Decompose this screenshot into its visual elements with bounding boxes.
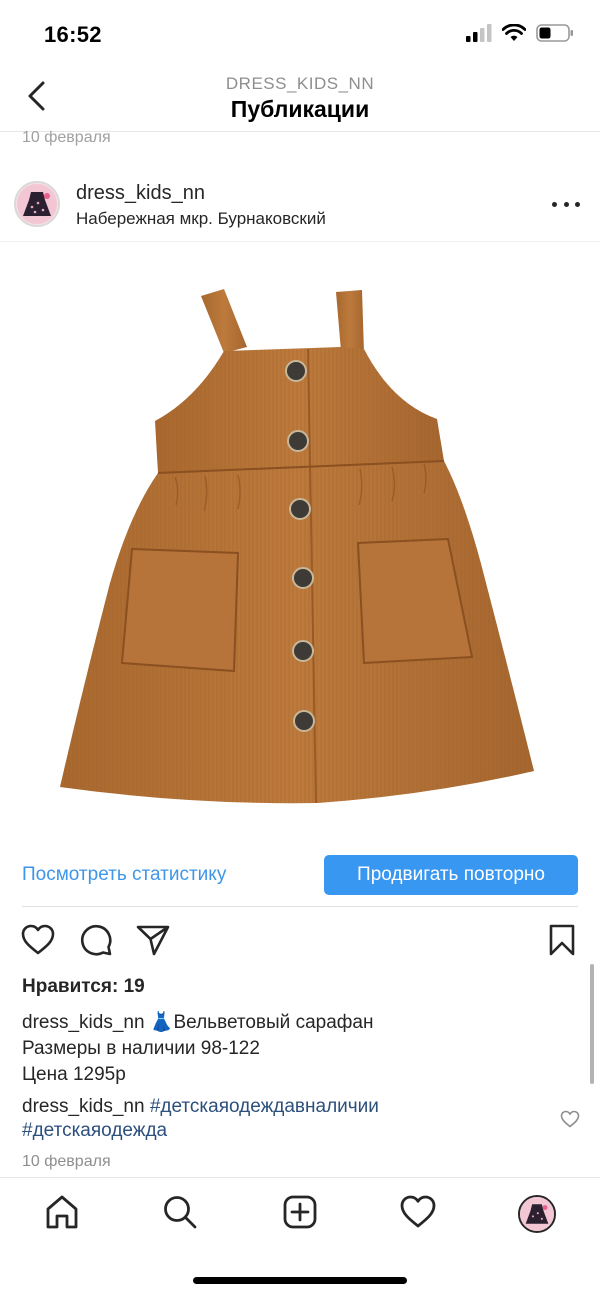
action-bar (0, 922, 600, 964)
avatar[interactable] (14, 181, 60, 227)
share-button[interactable] (135, 924, 171, 960)
heart-icon (21, 924, 55, 961)
nav-header: DRESS_KIDS_NN Публикации (0, 64, 600, 132)
like-button[interactable] (20, 924, 56, 960)
wifi-icon (501, 23, 527, 47)
signal-icon (466, 24, 492, 47)
insights-row: Посмотреть статистику Продвигать повторн… (0, 852, 600, 908)
hashtag-2[interactable]: #детскаяодежда (22, 1120, 167, 1141)
tab-search[interactable] (160, 1194, 200, 1234)
save-button[interactable] (544, 924, 580, 960)
more-options-button[interactable] (552, 192, 580, 216)
post-date: 10 февраля (22, 1153, 111, 1170)
caption-line-2: Размеры в наличии 98-122 (22, 1038, 260, 1059)
page-title: Публикации (230, 96, 370, 122)
previous-post-date: 10 февраля (22, 129, 111, 146)
post-photo[interactable] (0, 243, 600, 843)
comment-icon (79, 923, 113, 962)
comment-like-button[interactable] (560, 1110, 580, 1130)
likes-count[interactable]: Нравится: 19 (22, 976, 145, 998)
home-indicator[interactable] (193, 1277, 407, 1284)
heart-icon (560, 1110, 580, 1132)
activity-heart-icon (400, 1195, 436, 1234)
status-time: 16:52 (44, 22, 102, 47)
search-icon (162, 1194, 198, 1235)
comment: dress_kids_nn #детскаяодеждавналичии #де… (22, 1095, 540, 1143)
status-bar: 16:52 (0, 0, 600, 64)
new-post-icon (282, 1194, 318, 1235)
comment-username[interactable]: dress_kids_nn (22, 1096, 145, 1117)
tab-bar (0, 1177, 600, 1249)
post-caption: dress_kids_nn 👗Вельветовый сарафан Разме… (22, 1010, 560, 1088)
header-subtitle: DRESS_KIDS_NN (225, 74, 375, 93)
dot (563, 201, 569, 207)
dress-image (60, 289, 534, 804)
promote-again-button[interactable]: Продвигать повторно (324, 855, 578, 895)
status-icons (466, 23, 574, 47)
send-icon (136, 924, 170, 961)
post-header: dress_kids_nn Набережная мкр. Бурнаковск… (0, 170, 600, 242)
tab-new-post[interactable] (280, 1194, 320, 1234)
dot (552, 201, 557, 207)
tab-home[interactable] (42, 1194, 82, 1234)
post-location[interactable]: Набережная мкр. Бурнаковский (76, 209, 326, 229)
divider (22, 906, 578, 907)
home-icon (44, 1194, 80, 1235)
hashtag-1[interactable]: #детскаяодеждавналичии (150, 1096, 379, 1117)
dot (575, 201, 580, 207)
profile-avatar (518, 1195, 556, 1233)
caption-line-3: Цена 1295р (22, 1064, 126, 1085)
tab-activity[interactable] (398, 1194, 438, 1234)
tab-profile[interactable] (517, 1194, 557, 1234)
bookmark-icon (548, 924, 576, 961)
post-username[interactable]: dress_kids_nn (76, 182, 205, 205)
scrollbar[interactable] (590, 964, 594, 1084)
caption-line-1: 👗Вельветовый сарафан (149, 1012, 374, 1033)
battery-icon (536, 24, 574, 47)
comment-button[interactable] (78, 924, 114, 960)
view-insights-link[interactable]: Посмотреть статистику (22, 864, 226, 886)
caption-username[interactable]: dress_kids_nn (22, 1012, 145, 1033)
